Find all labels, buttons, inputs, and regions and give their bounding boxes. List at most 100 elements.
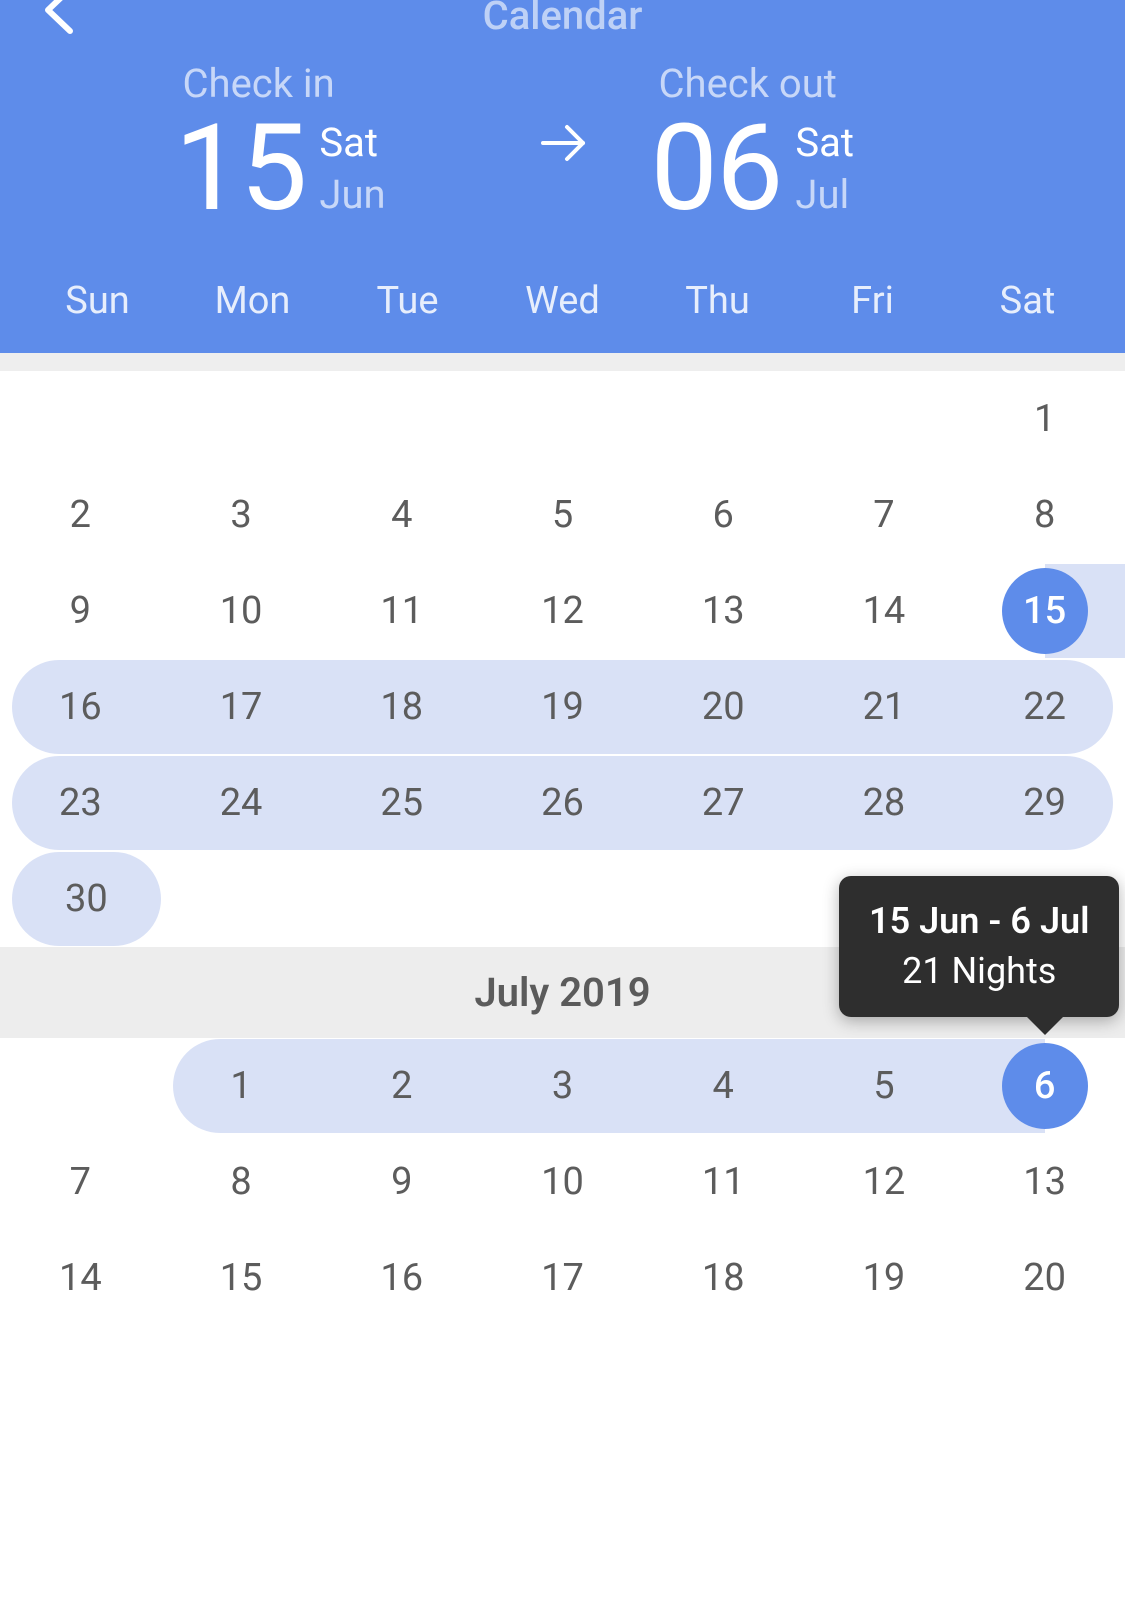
calendar-day[interactable]: 20	[964, 1231, 1125, 1325]
checkin-block[interactable]: Check in 15 Sat Jun	[175, 60, 475, 229]
calendar-day[interactable]: 9	[321, 1135, 482, 1229]
tooltip-nights: 21 Nights	[869, 946, 1089, 996]
day-number: 5	[552, 493, 573, 537]
calendar-day[interactable]: 23	[12, 756, 161, 850]
day-number: 22	[1023, 685, 1066, 729]
calendar-day[interactable]: 17	[482, 1231, 643, 1325]
weekday-row: SunMonTueWedThuFriSat	[0, 249, 1125, 353]
calendar-day[interactable]: 10	[482, 1135, 643, 1229]
calendar-day[interactable]: 16	[12, 660, 161, 754]
calendar-day[interactable]: 16	[321, 1231, 482, 1325]
calendar-day[interactable]: 22	[964, 660, 1113, 754]
calendar-day[interactable]: 25	[321, 756, 482, 850]
calendar-day[interactable]: 15	[161, 1231, 322, 1325]
calendar-day[interactable]: 27	[643, 756, 804, 850]
calendar-day[interactable]: 12	[804, 1135, 965, 1229]
calendar-day[interactable]: 6	[643, 468, 804, 562]
calendar-day[interactable]: 19	[804, 1231, 965, 1325]
calendar-day[interactable]: 26	[482, 756, 643, 850]
day-number: 27	[702, 781, 745, 825]
weekday-label: Thu	[640, 279, 795, 323]
calendar-day[interactable]: 13	[964, 1135, 1125, 1229]
day-number: 25	[380, 781, 423, 825]
checkin-weekday: Sat	[319, 117, 385, 169]
calendar-day[interactable]: 4	[643, 1039, 804, 1133]
calendar-day[interactable]: 17	[161, 660, 322, 754]
calendar-day[interactable]: 11	[643, 1135, 804, 1229]
calendar-day[interactable]: 1	[173, 1039, 322, 1133]
calendar-day[interactable]: 13	[643, 564, 804, 658]
divider	[0, 353, 1125, 371]
calendar-body[interactable]: 1234567891011121314151617181920212223242…	[0, 371, 1125, 1326]
calendar-day[interactable]: 28	[804, 756, 965, 850]
day-number: 7	[873, 493, 894, 537]
day-number: 18	[380, 685, 423, 729]
calendar-day[interactable]: 9	[0, 564, 161, 658]
day-number: 14	[863, 589, 906, 633]
calendar-day[interactable]: 1	[964, 372, 1125, 466]
calendar-day[interactable]: 5	[482, 468, 643, 562]
calendar-day[interactable]: 21	[804, 660, 965, 754]
day-number: 29	[1023, 781, 1066, 825]
calendar-day	[482, 372, 643, 466]
calendar-day[interactable]: 15	[964, 564, 1125, 658]
calendar-day[interactable]: 3	[161, 468, 322, 562]
calendar-day[interactable]: 5	[804, 1039, 965, 1133]
checkout-weekday: Sat	[795, 117, 854, 169]
tooltip-range: 15 Jun - 6 Jul	[869, 896, 1089, 946]
calendar-day[interactable]: 2	[0, 468, 161, 562]
weekday-label: Sat	[950, 279, 1105, 323]
calendar-day	[321, 372, 482, 466]
arrow-right-icon	[535, 115, 591, 175]
calendar-day[interactable]: 10	[161, 564, 322, 658]
calendar-day	[0, 372, 161, 466]
day-number: 9	[70, 589, 91, 633]
calendar-day[interactable]: 20	[643, 660, 804, 754]
calendar-day[interactable]: 19	[482, 660, 643, 754]
calendar-day[interactable]: 12	[482, 564, 643, 658]
calendar-day[interactable]: 18	[321, 660, 482, 754]
calendar-day	[643, 372, 804, 466]
day-number: 2	[391, 1064, 412, 1108]
calendar-day[interactable]: 6	[964, 1039, 1125, 1133]
checkout-block[interactable]: Check out 06 Sat Jul	[651, 60, 951, 229]
day-number: 14	[59, 1256, 102, 1300]
calendar-day[interactable]: 29	[964, 756, 1113, 850]
month-grid: 1234567891011121314151617181920212223242…	[0, 371, 1125, 947]
calendar-day[interactable]: 8	[964, 468, 1125, 562]
day-number: 2	[70, 493, 91, 537]
day-number: 6	[1034, 1064, 1056, 1108]
day-number: 4	[713, 1064, 734, 1108]
date-range-display: Check in 15 Sat Jun Check out 06 Sat Jul	[0, 30, 1125, 249]
calendar-header: Calendar Check in 15 Sat Jun Check out 0…	[0, 0, 1125, 353]
day-number: 12	[541, 589, 584, 633]
range-tooltip: 15 Jun - 6 Jul 21 Nights	[839, 876, 1119, 1017]
calendar-day[interactable]: 8	[161, 1135, 322, 1229]
calendar-day[interactable]: 7	[0, 1135, 161, 1229]
weekday-label: Wed	[485, 279, 640, 323]
calendar-day[interactable]: 18	[643, 1231, 804, 1325]
day-number: 19	[863, 1256, 906, 1300]
day-number: 15	[1023, 589, 1066, 633]
day-number: 16	[380, 1256, 423, 1300]
day-number: 20	[702, 685, 745, 729]
day-number: 4	[391, 493, 412, 537]
calendar-day[interactable]: 3	[482, 1039, 643, 1133]
day-number: 17	[541, 1256, 584, 1300]
calendar-day[interactable]: 7	[804, 468, 965, 562]
calendar-day[interactable]: 2	[321, 1039, 482, 1133]
calendar-day[interactable]: 11	[321, 564, 482, 658]
day-number: 1	[1034, 397, 1055, 441]
day-number: 30	[65, 877, 108, 921]
day-number: 11	[702, 1160, 745, 1204]
calendar-day	[161, 372, 322, 466]
day-number: 6	[713, 493, 734, 537]
back-button[interactable]	[30, 0, 90, 40]
calendar-day[interactable]: 24	[161, 756, 322, 850]
day-number: 7	[70, 1160, 91, 1204]
calendar-day[interactable]: 30	[12, 852, 161, 946]
calendar-day[interactable]: 14	[804, 564, 965, 658]
calendar-day[interactable]: 4	[321, 468, 482, 562]
day-number: 8	[230, 1160, 251, 1204]
calendar-day[interactable]: 14	[0, 1231, 161, 1325]
